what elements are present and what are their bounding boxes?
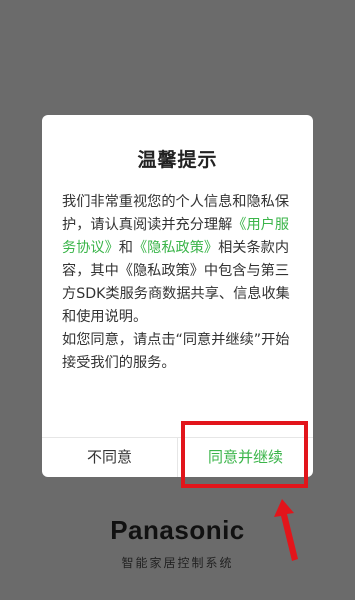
dialog-body: 我们非常重视您的个人信息和隐私保护，请认真阅读并充分理解《用户服务协议》和《隐私… [62,191,297,375]
disagree-button[interactable]: 不同意 [42,437,177,477]
and-text: 和 [118,240,133,256]
privacy-policy-link[interactable]: 《隐私政策》 [133,240,218,256]
app-tagline: 智能家居控制系统 [121,556,234,570]
annotation-highlight-box [181,421,308,488]
dialog-title: 温馨提示 [137,149,218,171]
body-text-consent: 如您同意，请点击“同意并继续”开始接受我们的服务。 [62,332,290,371]
panasonic-logo: Panasonic [110,515,245,545]
